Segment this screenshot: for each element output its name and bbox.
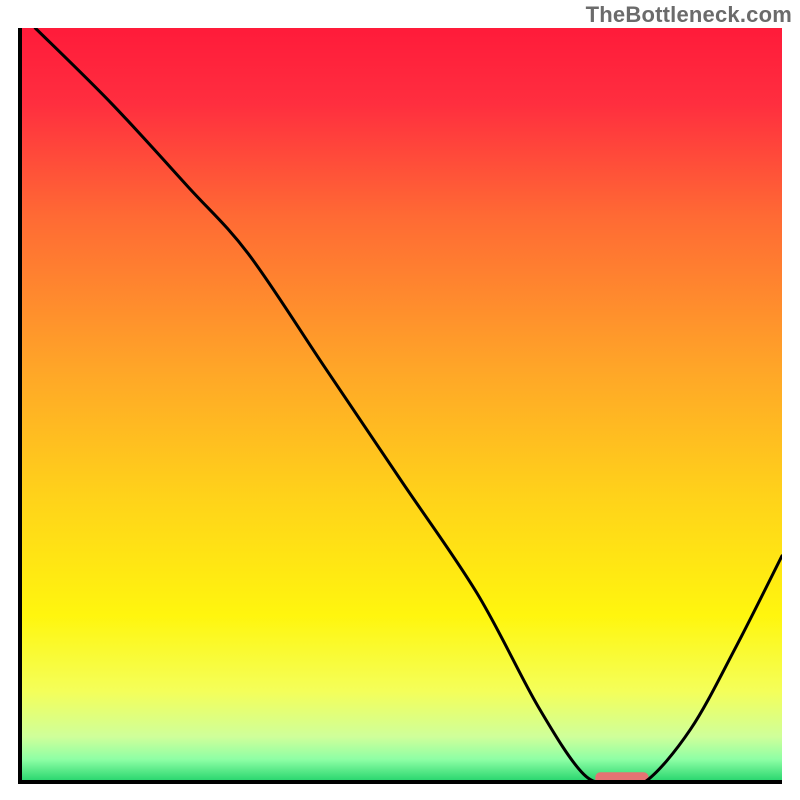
watermark-text: TheBottleneck.com	[586, 2, 792, 28]
bottleneck-chart	[0, 0, 800, 800]
chart-container: { "watermark": "TheBottleneck.com", "cha…	[0, 0, 800, 800]
gradient-background	[20, 28, 782, 782]
